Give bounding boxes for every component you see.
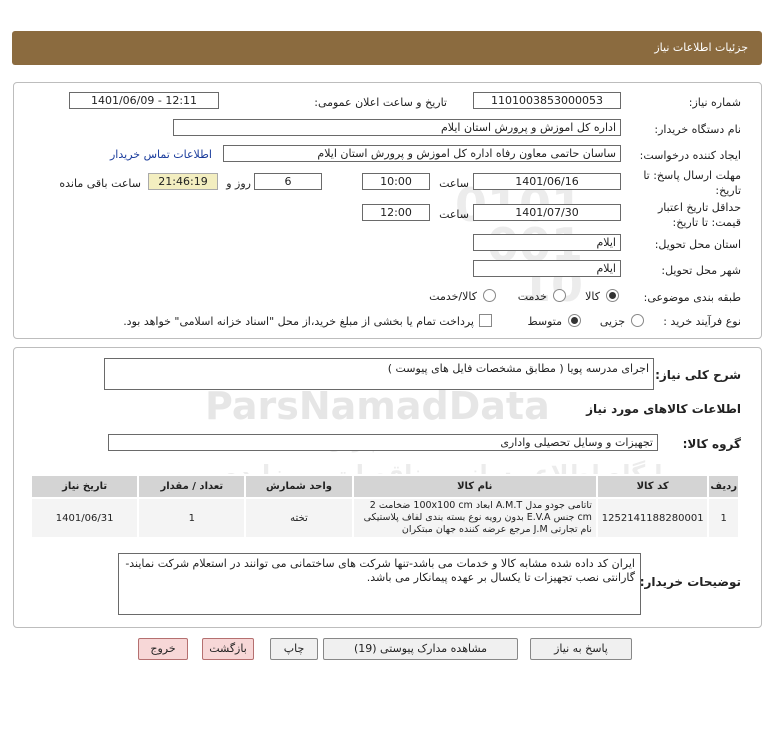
col-date: تاریخ نیاز [29, 474, 140, 499]
category-radio-goods-service[interactable] [483, 289, 496, 302]
city-label: شهر محل تحویل: [661, 264, 741, 277]
goods-section-title: اطلاعات کالاهای مورد نیاز [586, 402, 741, 416]
buyer-org-field: اداره کل اموزش و پرورش استان ایلام [173, 119, 621, 136]
deadline-date-field: 1401/06/16 [473, 173, 621, 190]
deadline-label: مهلت ارسال پاسخ: تا تاریخ: [643, 168, 741, 198]
validity-time-field: 12:00 [362, 204, 430, 221]
summary-label: شرح کلی نیاز: [655, 368, 741, 382]
deadline-time-field: 10:00 [362, 173, 430, 190]
cell-name: تاتامی جودو مدل A.M.T ابعاد 100x100 cm ض… [351, 497, 598, 539]
buyer-notes-field: ایران کد داده شده مشابه کالا و خدمات می … [118, 553, 641, 615]
deadline-label-line-1: مهلت ارسال پاسخ: تا [643, 169, 741, 182]
col-name: نام کالا [351, 474, 598, 499]
attachments-button[interactable]: مشاهده مدارک پیوستی (19) [323, 638, 518, 660]
category-label: طبقه بندی موضوعی: [643, 291, 741, 304]
print-button[interactable]: چاپ [270, 638, 318, 660]
process-option-medium: متوسط [527, 315, 562, 328]
remaining-time-label: ساعت باقی مانده [59, 177, 141, 190]
col-row: ردیف [707, 474, 740, 499]
validity-label-line-1: حداقل تاریخ اعتبار [657, 201, 741, 214]
announce-datetime-label: تاریخ و ساعت اعلان عمومی: [314, 96, 447, 109]
buyer-notes-label: توضیحات خریدار: [639, 575, 741, 589]
exit-button[interactable]: خروج [138, 638, 188, 660]
reply-button[interactable]: پاسخ به نیاز [530, 638, 632, 660]
goods-table: ردیف کد کالا نام کالا واحد شمارش تعداد /… [29, 474, 740, 539]
category-radio-service[interactable] [553, 289, 566, 302]
cell-unit: تخته [244, 497, 354, 539]
category-option-goods-service: کالا/خدمت [429, 290, 477, 303]
page-header: جزئیات اطلاعات نیاز [12, 31, 762, 65]
process-label: نوع فرآیند خرید : [663, 315, 741, 328]
process-radio-medium[interactable] [568, 314, 581, 327]
city-field: ایلام [473, 260, 621, 277]
validity-label-line-2: قیمت: تا تاریخ: [672, 216, 741, 229]
creator-field: ساسان حاتمی معاون رفاه اداره کل اموزش و … [223, 145, 621, 162]
validity-time-label: ساعت [439, 208, 469, 221]
col-code: کد کالا [595, 474, 710, 499]
summary-field: اجرای مدرسه پویا ( مطابق مشخصات فایل های… [104, 358, 654, 390]
buyer-org-label: نام دستگاه خریدار: [654, 123, 741, 136]
cell-qty: 1 [137, 497, 247, 539]
cell-date: 1401/06/31 [29, 497, 140, 539]
days-label: روز و [226, 177, 251, 190]
goods-group-label: گروه کالا: [682, 437, 741, 451]
announce-datetime-field: 1401/06/09 - 12:11 [69, 92, 219, 109]
category-option-goods: کالا [585, 290, 600, 303]
creator-label: ایجاد کننده درخواست: [639, 149, 741, 162]
need-number-label: شماره نیاز: [688, 96, 741, 109]
province-label: استان محل تحویل: [654, 238, 741, 251]
deadline-label-line-2: تاریخ: [715, 184, 741, 197]
col-qty: تعداد / مقدار [137, 474, 247, 499]
need-number-field: 1101003853000053 [473, 92, 621, 109]
province-field: ایلام [473, 234, 621, 251]
process-radio-minor[interactable] [631, 314, 644, 327]
category-option-service: خدمت [517, 290, 547, 303]
cell-code: 1252141188280001 [595, 497, 710, 539]
validity-date-field: 1401/07/30 [473, 204, 621, 221]
col-unit: واحد شمارش [244, 474, 354, 499]
process-option-minor: جزیی [599, 315, 625, 328]
validity-label: حداقل تاریخ اعتبار قیمت: تا تاریخ: [658, 200, 741, 230]
back-button[interactable]: بازگشت [202, 638, 254, 660]
goods-group-field: تجهیزات و وسایل تحصیلی واداری [108, 434, 658, 451]
treasury-payment-checkbox[interactable] [479, 314, 492, 327]
cell-row: 1 [707, 497, 740, 539]
category-radio-goods[interactable] [606, 289, 619, 302]
remaining-time-field: 21:46:19 [148, 173, 218, 190]
remaining-days-field: 6 [254, 173, 322, 190]
page-title: جزئیات اطلاعات نیاز [654, 41, 748, 54]
goods-table-header: ردیف کد کالا نام کالا واحد شمارش تعداد /… [29, 474, 740, 499]
buyer-contact-link[interactable]: اطلاعات تماس خریدار [110, 148, 212, 161]
treasury-payment-note: پرداخت تمام یا بخشی از مبلغ خرید،از محل … [123, 315, 474, 328]
table-row: 1 1252141188280001 تاتامی جودو مدل A.M.T… [29, 497, 740, 539]
deadline-time-label: ساعت [439, 177, 469, 190]
